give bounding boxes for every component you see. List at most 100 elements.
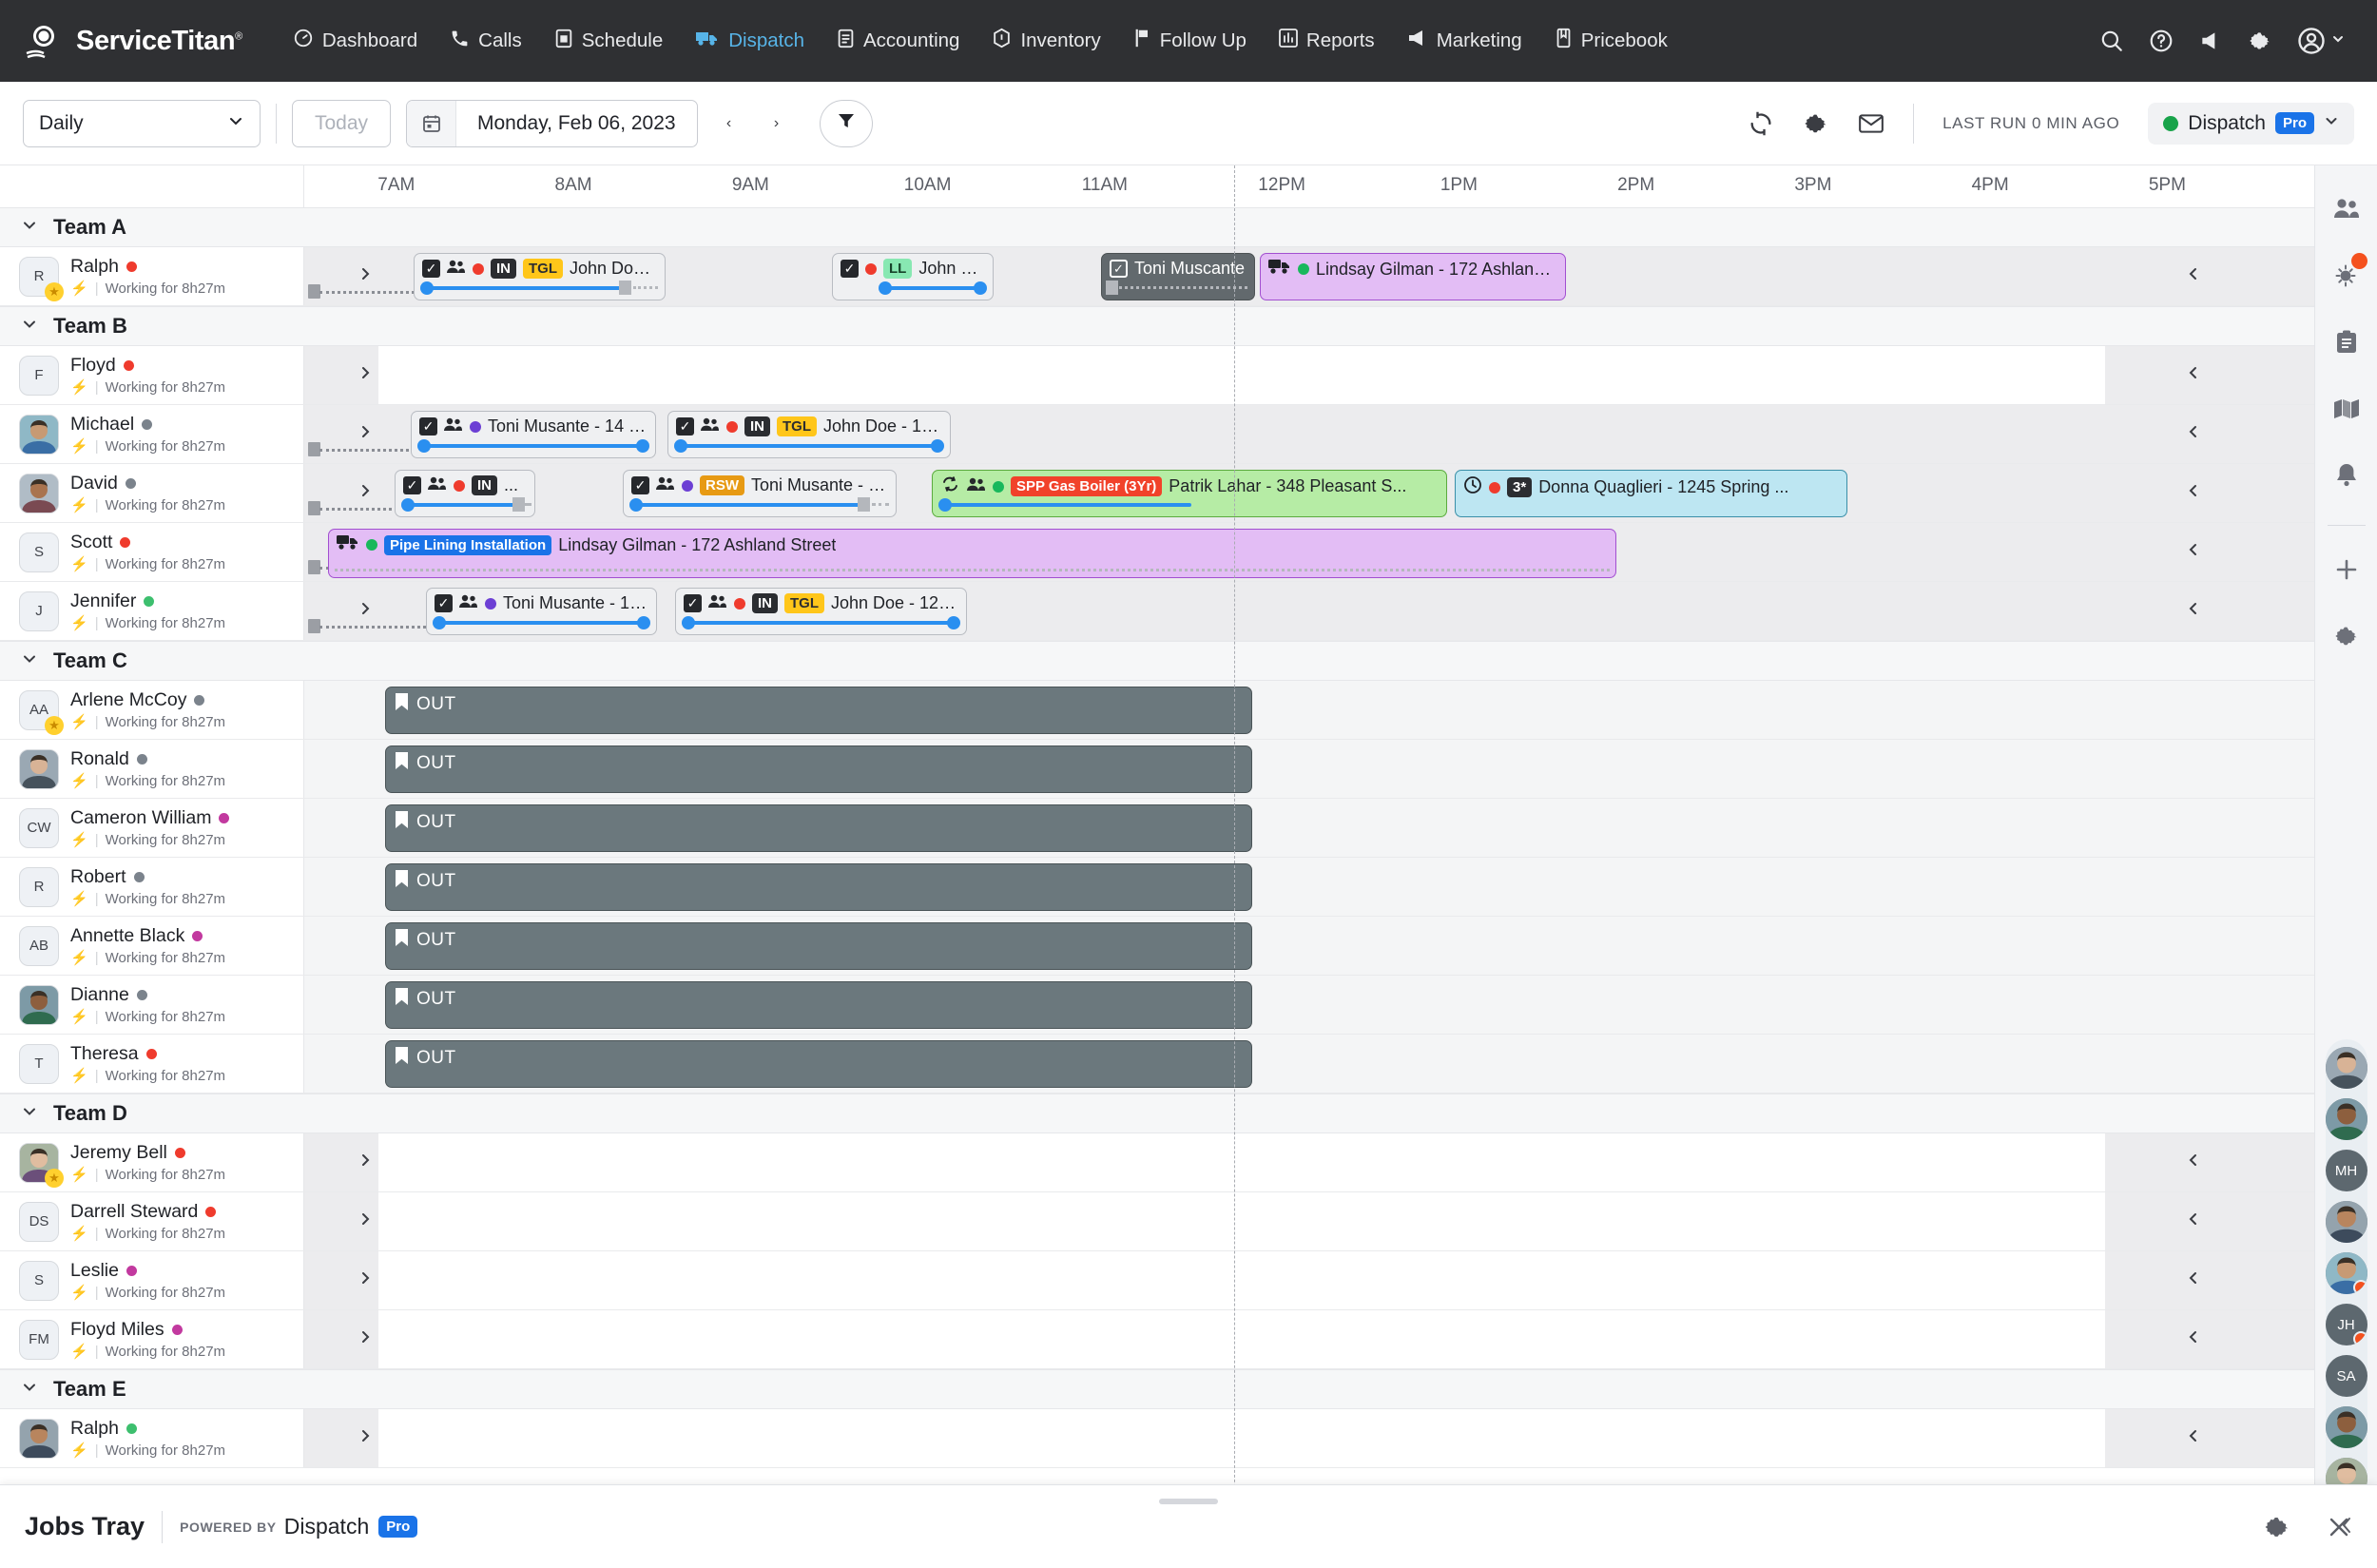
job-checkbox[interactable]: ✓ xyxy=(684,594,702,612)
scroll-right-icon[interactable] xyxy=(2185,541,2202,564)
technician-lane[interactable]: OUT xyxy=(304,858,2314,916)
progress-handle[interactable] xyxy=(619,281,632,295)
nav-item-accounting[interactable]: Accounting xyxy=(821,0,976,82)
avatar[interactable]: SA xyxy=(2325,1355,2367,1397)
technician-info[interactable]: DS Darrell Steward ⚡ | Working for 8h27m xyxy=(0,1192,304,1250)
avatar[interactable] xyxy=(2325,1047,2367,1089)
job-progress-bar[interactable] xyxy=(415,281,665,295)
job-card[interactable]: SPP Gas Boiler (3Yr) Patrik Lahar - 348 P… xyxy=(932,470,1447,517)
scroll-left-icon[interactable] xyxy=(357,423,374,446)
avatar[interactable] xyxy=(19,473,59,513)
avatar[interactable]: AB xyxy=(19,925,59,966)
job-card[interactable]: ✓ IN TGL John Doe - 1245 Spring ... xyxy=(675,588,967,635)
nav-item-schedule[interactable]: Schedule xyxy=(538,0,679,82)
scroll-right-icon[interactable] xyxy=(2185,364,2202,387)
technician-info[interactable]: R Robert ⚡ | Working for 8h27m xyxy=(0,858,304,916)
technician-lane[interactable] xyxy=(304,1310,2314,1368)
avatar[interactable]: F xyxy=(19,355,59,396)
technician-lane[interactable]: ✓ Toni Musante - 14 Willow ... ✓ IN TGL John … xyxy=(304,582,2314,640)
job-progress-bar[interactable] xyxy=(833,281,993,295)
avatar[interactable]: R ★ xyxy=(19,256,64,301)
scroll-right-icon[interactable] xyxy=(2185,482,2202,505)
technician-info[interactable]: S Scott ⚡ | Working for 8h27m xyxy=(0,523,304,581)
nav-item-follow-up[interactable]: Follow Up xyxy=(1117,0,1263,82)
avatar[interactable] xyxy=(2325,1201,2367,1243)
job-card[interactable]: ✓ IN... xyxy=(395,470,535,517)
nav-item-reports[interactable]: Reports xyxy=(1263,0,1391,82)
weather-icon[interactable] xyxy=(2324,253,2369,299)
avatar[interactable]: MH xyxy=(2325,1150,2367,1191)
scroll-left-icon[interactable] xyxy=(357,600,374,623)
scroll-left-icon[interactable] xyxy=(357,265,374,288)
technician-lane[interactable]: Pipe Lining Installation Lindsay Gilman -… xyxy=(304,523,2314,581)
out-block[interactable]: OUT xyxy=(385,745,1252,793)
out-block[interactable]: OUT xyxy=(385,922,1252,970)
job-checkbox[interactable]: ✓ xyxy=(631,476,649,494)
job-checkbox[interactable]: ✓ xyxy=(403,476,421,494)
filter-button[interactable] xyxy=(819,99,873,147)
dispatch-pro-selector[interactable]: Dispatch Pro xyxy=(2148,102,2354,145)
scroll-right-icon[interactable] xyxy=(2185,600,2202,623)
technician-lane[interactable]: ✓ IN TGL John Doe - 1245 Sprin... ✓ LL John Gi… xyxy=(304,247,2314,305)
avatar[interactable]: S xyxy=(19,532,59,572)
job-progress-bar[interactable] xyxy=(624,497,896,512)
scroll-right-icon[interactable] xyxy=(2185,1328,2202,1351)
avatar[interactable]: CW xyxy=(19,807,59,848)
scroll-left-icon[interactable] xyxy=(357,1328,374,1351)
date-picker[interactable]: Monday, Feb 06, 2023 xyxy=(406,99,698,147)
avatar[interactable]: JH xyxy=(2325,1304,2367,1345)
avatar[interactable]: DS xyxy=(19,1201,59,1242)
technician-info[interactable]: CW Cameron William ⚡ | Working for 8h27m xyxy=(0,799,304,857)
brand-logo[interactable]: ServiceTitan® xyxy=(25,21,242,61)
job-card[interactable]: ✓ Toni Musante - 14 Willow ... xyxy=(411,411,656,458)
next-day-button[interactable]: › xyxy=(761,100,793,147)
scroll-right-icon[interactable] xyxy=(2185,1152,2202,1174)
scroll-left-icon[interactable] xyxy=(357,482,374,505)
gear-icon[interactable] xyxy=(2324,613,2369,659)
avatar[interactable] xyxy=(19,1418,59,1459)
job-progress-bar[interactable] xyxy=(933,498,1446,512)
people-icon[interactable] xyxy=(2324,186,2369,232)
avatar[interactable]: ★ xyxy=(19,1142,64,1188)
job-checkbox[interactable]: ✓ xyxy=(419,417,437,436)
technician-lane[interactable]: OUT xyxy=(304,799,2314,857)
avatar[interactable] xyxy=(2325,1252,2367,1294)
job-progress-bar[interactable] xyxy=(668,439,950,453)
job-progress-bar[interactable] xyxy=(396,497,534,512)
job-progress-bar[interactable] xyxy=(427,616,656,629)
collapse-rail-icon[interactable] xyxy=(2337,1515,2358,1541)
technician-info[interactable]: S Leslie ⚡ | Working for 8h27m xyxy=(0,1251,304,1309)
scroll-right-icon[interactable] xyxy=(2185,265,2202,288)
scroll-right-icon[interactable] xyxy=(2185,1210,2202,1233)
avatar[interactable] xyxy=(19,984,59,1025)
avatar[interactable]: R xyxy=(19,866,59,907)
nav-item-inventory[interactable]: Inventory xyxy=(976,0,1116,82)
avatar[interactable]: J xyxy=(19,590,59,631)
nav-item-marketing[interactable]: Marketing xyxy=(1391,0,1538,82)
technician-info[interactable]: David ⚡ | Working for 8h27m xyxy=(0,464,304,522)
technician-info[interactable]: Ronald ⚡ | Working for 8h27m xyxy=(0,740,304,798)
job-card[interactable]: 3* Donna Quaglieri - 1245 Spring ... xyxy=(1455,470,1847,517)
avatar[interactable] xyxy=(19,414,59,455)
avatar[interactable]: T xyxy=(19,1043,59,1084)
job-progress-bar[interactable] xyxy=(1102,281,1254,295)
out-block[interactable]: OUT xyxy=(385,863,1252,911)
technician-info[interactable]: AB Annette Black ⚡ | Working for 8h27m xyxy=(0,917,304,975)
job-checkbox[interactable]: ✓ xyxy=(422,260,440,278)
job-card[interactable]: ✓ Toni Musante - 14 Willow ... xyxy=(426,588,657,635)
job-progress-bar[interactable] xyxy=(676,616,966,629)
resize-handle[interactable] xyxy=(1159,1499,1218,1504)
technician-info[interactable]: Michael ⚡ | Working for 8h27m xyxy=(0,405,304,463)
avatar[interactable]: S xyxy=(19,1260,59,1301)
nav-item-dispatch[interactable]: Dispatch xyxy=(679,0,821,82)
technician-lane[interactable] xyxy=(304,1133,2314,1191)
out-block[interactable]: OUT xyxy=(385,687,1252,734)
scroll-right-icon[interactable] xyxy=(2185,1269,2202,1292)
technician-info[interactable]: AA ★ Arlene McCoy ⚡ | Working for 8h27m xyxy=(0,681,304,739)
out-block[interactable]: OUT xyxy=(385,981,1252,1029)
job-card[interactable]: Pipe Lining Installation Lindsay Gilman -… xyxy=(328,529,1616,578)
scroll-left-icon[interactable] xyxy=(357,1427,374,1450)
scroll-left-icon[interactable] xyxy=(357,364,374,387)
technician-info[interactable]: ★ Jeremy Bell ⚡ | Working for 8h27m xyxy=(0,1133,304,1191)
nav-item-pricebook[interactable]: Pricebook xyxy=(1538,0,1684,82)
